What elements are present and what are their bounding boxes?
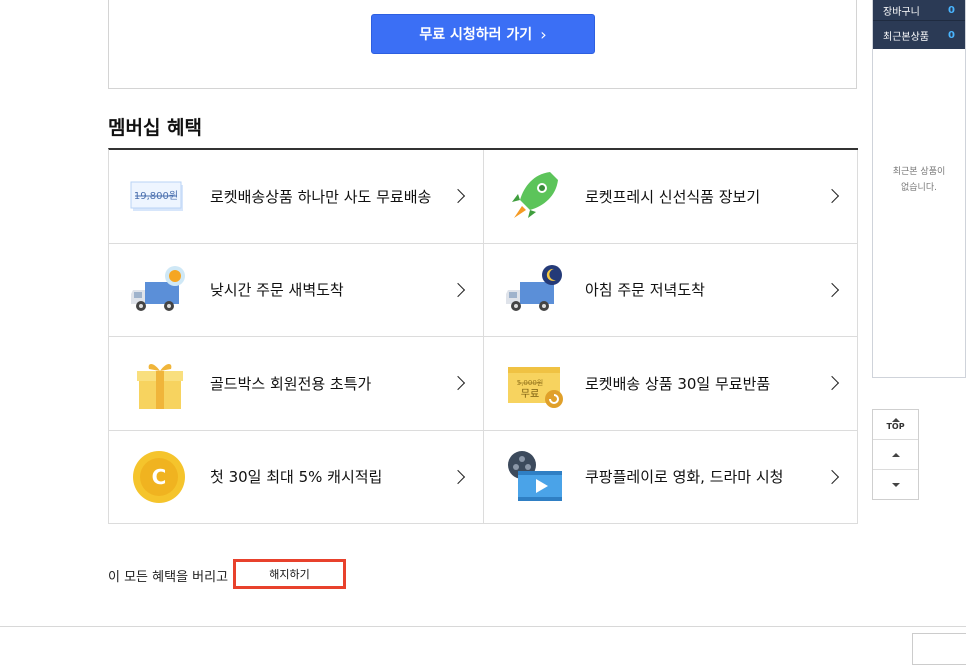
- benefit-cashback[interactable]: C 첫 30일 최대 5% 캐시적립: [109, 430, 484, 524]
- truck-sun-icon: [131, 265, 185, 311]
- chevron-right-icon: [824, 469, 840, 484]
- recent-items-label: 최근본상품: [883, 31, 929, 43]
- benefit-label: 로켓배송 상품 30일 무료반품: [585, 374, 771, 393]
- membership-benefits-title: 멤버십 혜택: [108, 117, 203, 139]
- truck-moon-icon: [506, 264, 562, 311]
- benefit-evening-delivery[interactable]: 아침 주문 저녁도착: [484, 243, 858, 337]
- benefit-label: 골드박스 회원전용 초특가: [210, 374, 372, 393]
- chevron-right-icon: [450, 376, 466, 391]
- empty-text-line: 없습니다.: [901, 183, 937, 193]
- benefit-label: 첫 30일 최대 5% 캐시적립: [210, 468, 383, 487]
- coin-icon: C: [133, 450, 185, 503]
- chevron-right-icon: [450, 189, 466, 204]
- recent-items-link[interactable]: 최근본상품 0: [873, 20, 965, 49]
- chevron-right-icon: [824, 376, 840, 391]
- gift-box-icon: [137, 364, 183, 410]
- benefit-label: 아침 주문 저녁도착: [585, 281, 705, 300]
- benefit-coupang-play[interactable]: 쿠팡플레이로 영화, 드라마 시청: [484, 430, 858, 524]
- benefit-label: 로켓배송상품 하나만 사도 무료배송: [210, 187, 432, 206]
- chevron-right-icon: [450, 469, 466, 484]
- promo-box: 무료 시청하러 가기 ›: [108, 0, 857, 89]
- recent-items-empty: 최근본 상품이 없습니다.: [873, 164, 965, 196]
- benefit-rocket-fresh[interactable]: 로켓프레시 신선식품 장보기: [484, 150, 858, 244]
- top-label: TOP: [886, 422, 905, 431]
- chevron-right-icon: [450, 282, 466, 297]
- benefit-free-return[interactable]: 5,000원 무료 로켓배송 상품 30일 무료반품: [484, 337, 858, 431]
- recent-items-count: 0: [948, 29, 955, 41]
- scroll-down-button[interactable]: [873, 470, 918, 500]
- benefit-label: 로켓프레시 신선식품 장보기: [585, 187, 761, 206]
- cart-link[interactable]: 장바구니 0: [873, 0, 965, 20]
- cancel-membership-button[interactable]: 해지하기: [233, 559, 346, 589]
- scroll-widget: TOP: [872, 409, 919, 500]
- cart-count: 0: [948, 4, 955, 16]
- benefit-goldbox[interactable]: 골드박스 회원전용 초특가: [109, 337, 484, 431]
- benefit-label: 쿠팡플레이로 영화, 드라마 시청: [585, 468, 784, 487]
- arrow-up-icon: [891, 452, 900, 457]
- recent-items-panel: 장바구니 0 최근본상품 0 최근본 상품이 없습니다.: [872, 0, 966, 378]
- cancel-prompt: 이 모든 혜택을 버리고: [108, 570, 229, 585]
- chevron-right-icon: ›: [540, 24, 547, 44]
- footer-button[interactable]: [912, 633, 966, 665]
- scroll-up-button[interactable]: [873, 440, 918, 470]
- benefit-dawn-delivery[interactable]: 낮시간 주문 새벽도착: [109, 243, 484, 337]
- price-tag-icon: 19,800원: [130, 181, 183, 212]
- scroll-top-button[interactable]: TOP: [873, 410, 918, 440]
- free-watch-button[interactable]: 무료 시청하러 가기 ›: [371, 14, 595, 54]
- benefits-grid: 19,800원 로켓배송상품 하나만 사도 무료배송 로켓프레시 신선식품 장보…: [108, 148, 858, 524]
- chevron-right-icon: [824, 189, 840, 204]
- chevron-right-icon: [824, 282, 840, 297]
- cart-label: 장바구니: [883, 6, 920, 18]
- empty-text-line: 최근본 상품이: [892, 167, 946, 177]
- cancel-button-label: 해지하기: [269, 568, 310, 581]
- svg-text:5,000원: 5,000원: [517, 378, 543, 387]
- svg-text:무료: 무료: [521, 389, 539, 400]
- arrow-down-icon: [891, 483, 900, 487]
- rocket-icon: [512, 172, 558, 219]
- svg-text:C: C: [152, 465, 167, 489]
- benefit-free-shipping[interactable]: 19,800원 로켓배송상품 하나만 사도 무료배송: [109, 150, 484, 244]
- return-box-icon: 5,000원 무료: [508, 367, 563, 409]
- footer-divider: [0, 626, 966, 627]
- movie-play-icon: [508, 450, 562, 501]
- benefit-label: 낮시간 주문 새벽도착: [210, 281, 344, 300]
- free-watch-button-label: 무료 시청하러 가기: [419, 27, 533, 43]
